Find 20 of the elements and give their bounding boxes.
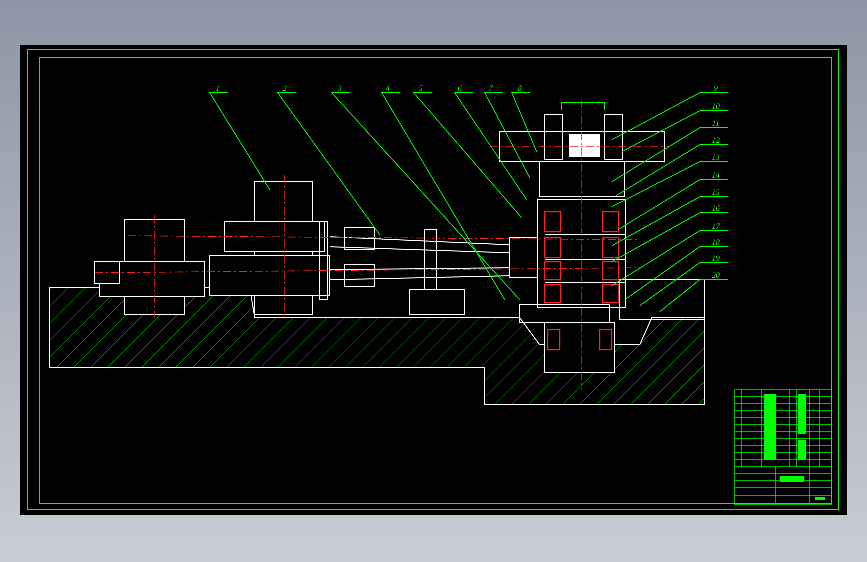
callout-number: 10 [712, 102, 720, 111]
callout-number: 6 [458, 84, 462, 93]
callout-number: 20 [712, 271, 720, 280]
callout-number: 7 [489, 84, 493, 93]
callout-number: 4 [386, 84, 390, 93]
callout-number: 14 [712, 171, 720, 180]
callout-number: 13 [712, 153, 720, 162]
callout-number: 18 [712, 238, 720, 247]
callout-number: 5 [419, 84, 423, 93]
callout-number: 3 [338, 84, 342, 93]
callout-number: 11 [712, 119, 720, 128]
callout-number: 17 [712, 222, 720, 231]
callout-number: 12 [712, 136, 720, 145]
callout-number: 2 [283, 84, 287, 93]
callout-number: 1 [216, 84, 220, 93]
callout-number: 15 [712, 188, 720, 197]
callout-number: 19 [712, 254, 720, 263]
callout-number: 16 [712, 204, 720, 213]
callout-number: 9 [714, 84, 718, 93]
callout-number: 8 [518, 84, 522, 93]
